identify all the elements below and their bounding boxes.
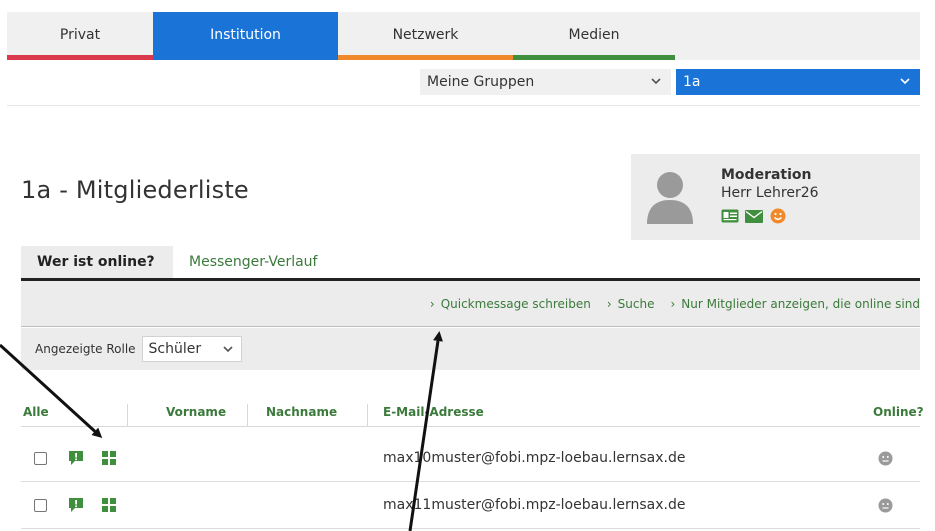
chevron-right-icon: ›	[670, 296, 676, 311]
online-only-link[interactable]: › Nur Mitglieder anzeigen, die online sin…	[670, 297, 920, 311]
envelope-icon[interactable]	[745, 208, 763, 224]
row-checkbox[interactable]	[34, 452, 47, 465]
nav-filler	[675, 12, 920, 60]
row-email: max11muster@fobi.mpz-loebau.lernsax.de	[383, 497, 686, 513]
class-select[interactable]: 1a	[676, 69, 920, 95]
groups-select-value: Meine Gruppen	[427, 74, 535, 90]
offline-status-icon	[878, 451, 893, 466]
chevron-right-icon: ›	[606, 296, 612, 311]
row-email: max10muster@fobi.mpz-loebau.lernsax.de	[383, 450, 686, 466]
moderation-title: Moderation	[721, 167, 812, 183]
tab-privat-label: Privat	[59, 27, 101, 43]
moderator-name: Herr Lehrer26	[721, 185, 819, 201]
role-select-value: Schüler	[148, 341, 202, 357]
message-icon[interactable]	[67, 496, 85, 514]
online-only-label: Nur Mitglieder anzeigen, die online sind	[681, 296, 920, 311]
action-bar: › Quickmessage schreiben › Suche › Nur Mitg…	[21, 281, 920, 327]
page-title: 1a - Mitgliederliste	[21, 176, 249, 204]
role-label: Angezeigte Rolle	[35, 342, 136, 356]
chevron-down-icon	[900, 78, 910, 85]
search-label: Suche	[617, 296, 655, 311]
contact-card-icon[interactable]	[721, 208, 739, 224]
chevron-right-icon: ›	[429, 296, 435, 311]
column-online[interactable]: Online?	[873, 405, 924, 419]
header-separator	[247, 404, 248, 426]
tab-medien[interactable]: Medien	[513, 12, 675, 60]
apps-grid-icon[interactable]	[101, 450, 117, 466]
row-checkbox[interactable]	[34, 499, 47, 512]
class-select-value: 1a	[683, 74, 701, 90]
tab-institution-label: Institution	[210, 27, 281, 43]
tab-netzwerk-label: Netzwerk	[392, 27, 459, 43]
column-vorname[interactable]: Vorname	[166, 405, 226, 419]
header-separator	[127, 404, 128, 426]
header-divider	[7, 105, 920, 106]
offline-status-icon	[878, 498, 893, 513]
table-row: max10muster@fobi.mpz-loebau.lernsax.de	[21, 436, 920, 482]
search-link[interactable]: › Suche	[607, 297, 655, 311]
column-email[interactable]: E-Mail-Adresse	[383, 405, 484, 419]
smiley-icon[interactable]	[769, 208, 787, 224]
chevron-down-icon	[651, 78, 661, 85]
role-filter-bar: Angezeigte Rolle Schüler	[21, 328, 920, 370]
tab-messenger-verlauf[interactable]: Messenger-Verlauf	[173, 246, 334, 278]
tab-privat[interactable]: Privat	[7, 12, 153, 60]
tab-institution[interactable]: Institution	[153, 12, 338, 60]
subtabs: Wer ist online? Messenger-Verlauf	[21, 246, 920, 281]
tab-netzwerk[interactable]: Netzwerk	[338, 12, 513, 60]
chevron-down-icon	[222, 346, 233, 353]
apps-grid-icon[interactable]	[101, 497, 117, 513]
select-all-link[interactable]: Alle	[23, 405, 49, 419]
moderation-card: Moderation Herr Lehrer26	[631, 154, 920, 240]
quickmessage-link[interactable]: › Quickmessage schreiben	[430, 297, 591, 311]
role-select[interactable]: Schüler	[141, 336, 242, 362]
header-underline	[21, 426, 920, 427]
tab-medien-label: Medien	[568, 27, 620, 43]
table-header: Alle Vorname Nachname E-Mail-Adresse Onl…	[21, 402, 931, 424]
avatar-placeholder-icon	[647, 172, 693, 224]
quickmessage-label: Quickmessage schreiben	[440, 296, 591, 311]
main-nav: Privat Institution Netzwerk Medien	[7, 12, 920, 60]
message-icon[interactable]	[67, 449, 85, 467]
column-nachname[interactable]: Nachname	[266, 405, 337, 419]
tab-wer-ist-online[interactable]: Wer ist online?	[21, 246, 173, 278]
moderator-actions	[721, 208, 787, 224]
groups-select[interactable]: Meine Gruppen	[420, 69, 671, 95]
table-row: max11muster@fobi.mpz-loebau.lernsax.de	[21, 483, 920, 529]
header-separator	[367, 404, 368, 426]
